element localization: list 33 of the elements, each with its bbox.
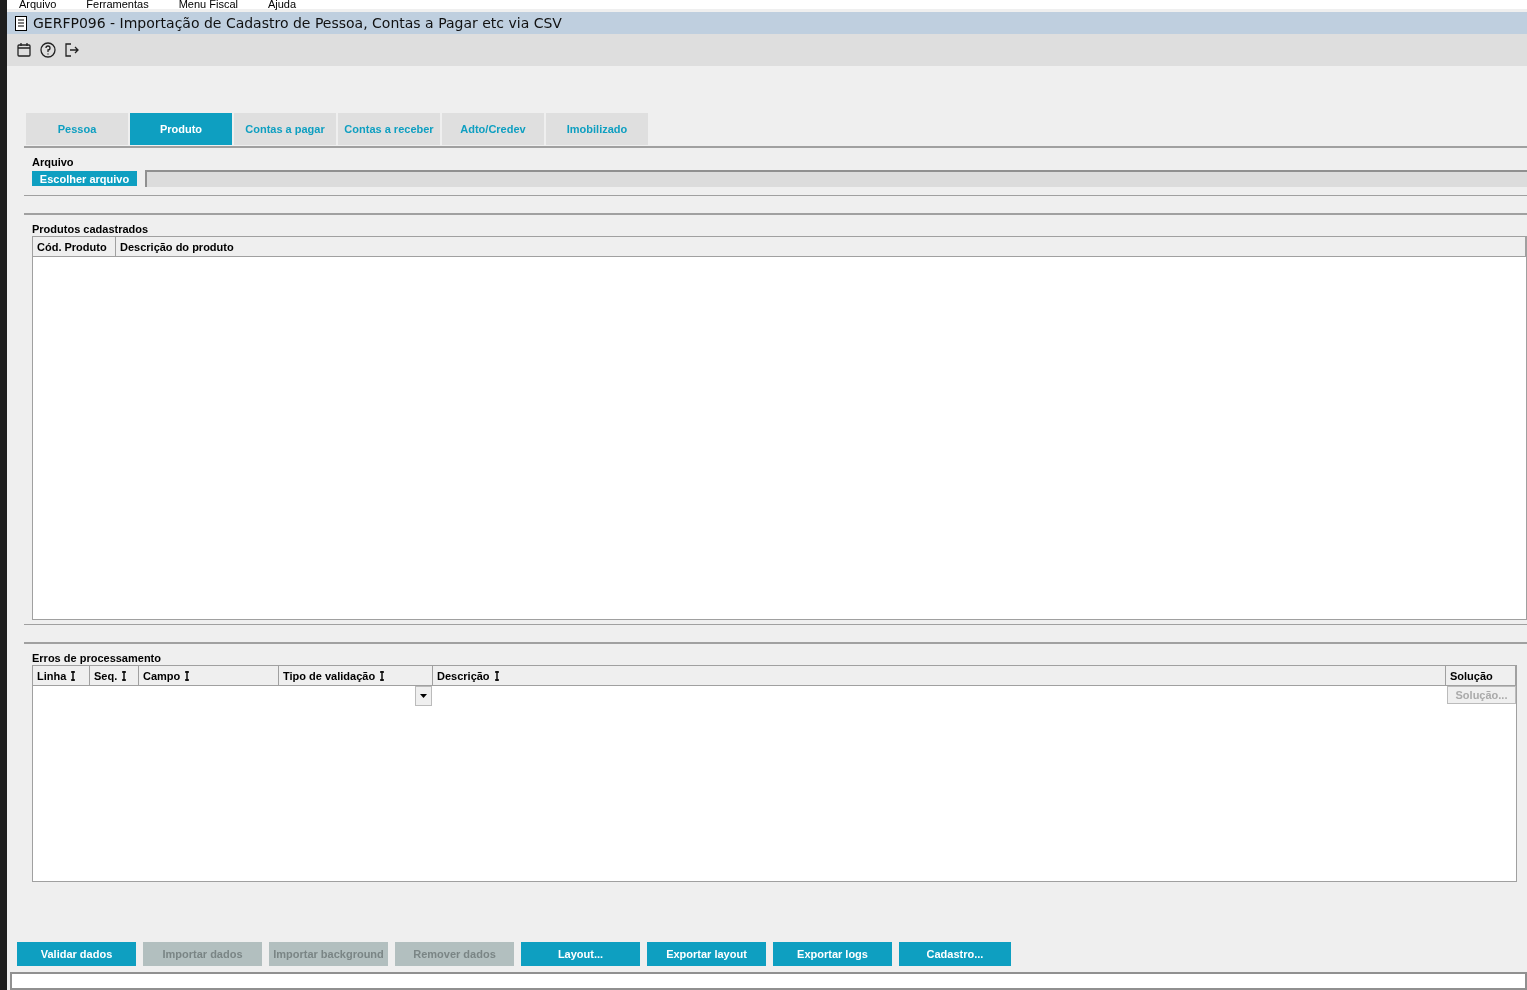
menu-item[interactable]: Arquivo bbox=[19, 0, 57, 9]
document-icon bbox=[15, 15, 27, 31]
window-title: GERFP096 - Importação de Cadastro de Pessoa, Contas a Pagar etc via CSV bbox=[33, 15, 562, 31]
action-button[interactable]: Layout... bbox=[521, 942, 640, 966]
tab[interactable]: Produto bbox=[130, 113, 232, 145]
menu-item[interactable]: Menu Fiscal bbox=[178, 0, 238, 9]
tab[interactable]: Adto/Credev bbox=[442, 113, 544, 145]
tab[interactable]: Contas a pagar bbox=[234, 113, 336, 145]
section-label: Arquivo bbox=[32, 156, 75, 168]
exit-icon[interactable] bbox=[63, 41, 81, 59]
column-header[interactable]: Campo bbox=[139, 666, 279, 685]
choose-file-button[interactable]: Escolher arquivo bbox=[32, 171, 137, 186]
section-label: Produtos cadastrados bbox=[32, 223, 150, 235]
tab[interactable]: Pessoa bbox=[26, 113, 128, 145]
section-label: Erros de processamento bbox=[32, 652, 162, 664]
column-header[interactable]: Tipo de validação bbox=[279, 666, 433, 685]
tab[interactable]: Contas a receber bbox=[338, 113, 440, 145]
column-header[interactable]: Descrição bbox=[433, 666, 1446, 685]
action-button[interactable]: Exportar logs bbox=[773, 942, 892, 966]
column-header[interactable]: Descrição do produto bbox=[116, 237, 1526, 256]
column-header[interactable]: Solução bbox=[1446, 666, 1516, 685]
column-header[interactable]: Linha bbox=[33, 666, 90, 685]
help-icon[interactable] bbox=[39, 41, 57, 59]
file-path-field[interactable] bbox=[145, 170, 1527, 187]
action-button[interactable]: Cadastro... bbox=[899, 942, 1011, 966]
column-header[interactable]: Cód. Produto bbox=[33, 237, 116, 256]
calendar-icon[interactable] bbox=[15, 41, 33, 59]
column-header[interactable]: Seq. bbox=[90, 666, 139, 685]
action-button[interactable]: Exportar layout bbox=[647, 942, 766, 966]
menu-item[interactable]: Ferramentas bbox=[86, 0, 149, 9]
tab[interactable]: Imobilizado bbox=[546, 113, 648, 145]
action-button[interactable]: Validar dados bbox=[17, 942, 136, 966]
menu-item[interactable]: Ajuda bbox=[267, 0, 297, 9]
